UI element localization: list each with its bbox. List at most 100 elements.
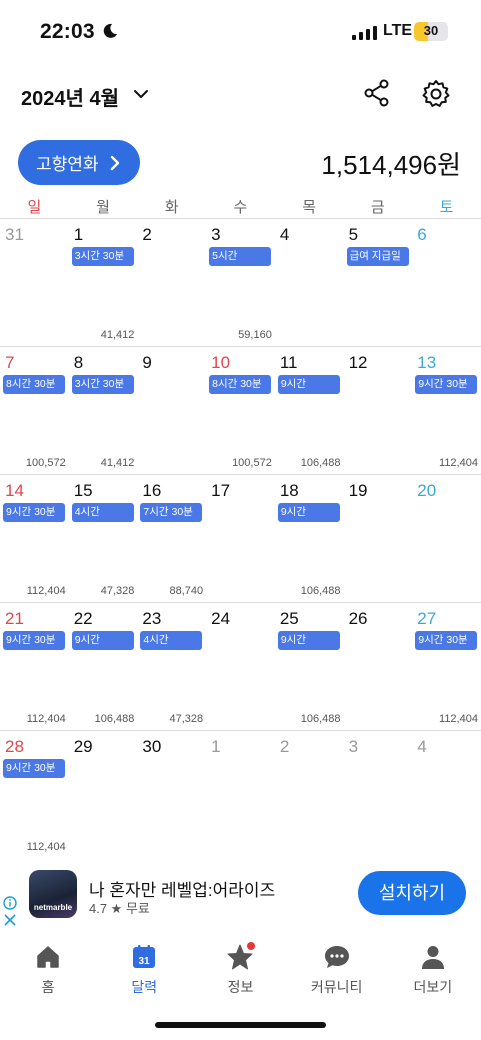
day-cell[interactable]: 4 <box>412 731 481 858</box>
shift-badge[interactable]: 4시간 <box>71 503 134 522</box>
shift-badge[interactable]: 9시간 <box>71 631 134 650</box>
day-number: 29 <box>73 737 93 756</box>
close-icon[interactable] <box>3 913 17 927</box>
day-number: 5 <box>348 225 359 244</box>
hometown-button-label: 고향연화 <box>36 155 99 174</box>
day-cell[interactable]: 17 <box>206 475 275 602</box>
day-cell[interactable]: 31 <box>0 219 69 346</box>
shift-badge[interactable]: 급여 지급일 <box>346 247 409 266</box>
day-number: 11 <box>279 353 298 372</box>
shift-badge[interactable]: 9시간 <box>277 631 340 650</box>
shift-badge[interactable]: 9시간 30분 <box>3 503 65 522</box>
day-cell[interactable]: 21 9시간 30분 112,404 <box>0 603 69 730</box>
day-cell[interactable]: 13 9시간 30분 112,404 <box>412 347 481 474</box>
day-earning: 106,488 <box>300 457 341 469</box>
day-cell[interactable]: 3 <box>344 731 413 858</box>
ad-banner[interactable]: netmarble 나 혼자만 레벨업:어라이즈 4.7 ★ 무료 설치하기 <box>0 858 481 932</box>
nav-info[interactable]: 정보 <box>192 935 288 1005</box>
day-earning: 106,488 <box>300 713 341 725</box>
day-earning: 47,328 <box>100 585 135 597</box>
hometown-button[interactable]: 고향연화 <box>18 140 140 185</box>
day-cell[interactable]: 26 <box>344 603 413 730</box>
day-cell[interactable]: 1 <box>206 731 275 858</box>
shift-badge[interactable]: 9시간 <box>277 503 340 522</box>
day-number: 3 <box>348 737 359 756</box>
day-cell[interactable]: 30 <box>137 731 206 858</box>
day-cell[interactable]: 25 9시간 106,488 <box>275 603 344 730</box>
day-cell[interactable]: 11 9시간 106,488 <box>275 347 344 474</box>
install-button[interactable]: 설치하기 <box>358 871 466 915</box>
day-cell[interactable]: 19 <box>344 475 413 602</box>
day-cell[interactable]: 4 <box>275 219 344 346</box>
day-cell[interactable]: 20 <box>412 475 481 602</box>
day-cell[interactable]: 14 9시간 30분 112,404 <box>0 475 69 602</box>
signal-icon <box>352 26 377 40</box>
shift-badge[interactable]: 3시간 30분 <box>71 247 134 266</box>
home-icon <box>37 946 59 968</box>
day-cell[interactable]: 18 9시간 106,488 <box>275 475 344 602</box>
battery-level: 30 <box>423 23 439 38</box>
day-cell[interactable]: 16 7시간 30분 88,740 <box>137 475 206 602</box>
day-cell[interactable]: 9 <box>137 347 206 474</box>
day-cell[interactable]: 7 8시간 30분 100,572 <box>0 347 69 474</box>
nav-home[interactable]: 홈 <box>0 935 96 1005</box>
day-cell[interactable]: 10 8시간 30분 100,572 <box>206 347 275 474</box>
nav-community[interactable]: 커뮤니티 <box>289 935 385 1005</box>
day-cell[interactable]: 3 5시간 59,160 <box>206 219 275 346</box>
day-earning: 41,412 <box>100 329 135 341</box>
shift-badge[interactable]: 9시간 30분 <box>3 759 65 778</box>
day-cell[interactable]: 29 <box>69 731 138 858</box>
ad-rating: 4.7 ★ 무료 <box>89 901 150 916</box>
day-cell[interactable]: 1 3시간 30분 41,412 <box>69 219 138 346</box>
week-row: 14 9시간 30분 112,404 15 4시간 47,328 16 7시간 30분 88,7… <box>0 475 481 603</box>
info-icon[interactable] <box>3 896 17 910</box>
nav-calendar-label: 달력 <box>131 979 158 995</box>
shift-badge[interactable]: 8시간 30분 <box>209 375 272 394</box>
shift-badge[interactable]: 3시간 30분 <box>71 375 134 394</box>
shift-badge[interactable]: 9시간 <box>277 375 340 394</box>
ad-app-icon[interactable]: netmarble <box>29 870 77 918</box>
calendar-icon-text: 31 <box>139 956 151 967</box>
shift-badge[interactable]: 9시간 30분 <box>415 375 478 394</box>
day-earning: 106,488 <box>300 585 341 597</box>
status-bar: 22:03 LTE 30 <box>0 0 481 62</box>
chat-icon <box>324 946 349 968</box>
shift-badge[interactable]: 4시간 <box>140 631 203 650</box>
day-cell[interactable]: 27 9시간 30분 112,404 <box>412 603 481 730</box>
weekday-sun: 일 <box>27 199 42 216</box>
day-number: 13 <box>417 353 437 372</box>
shift-badge[interactable]: 8시간 30분 <box>3 375 65 394</box>
day-cell[interactable]: 12 <box>344 347 413 474</box>
share-icon[interactable] <box>362 78 392 108</box>
month-title[interactable]: 2024년 4월 <box>21 82 119 111</box>
chevron-right-icon <box>110 155 119 170</box>
day-cell[interactable]: 2 <box>137 219 206 346</box>
day-earning: 112,404 <box>26 713 66 725</box>
day-cell[interactable]: 2 <box>275 731 344 858</box>
shift-badge[interactable]: 5시간 <box>209 247 272 266</box>
shift-badge[interactable]: 7시간 30분 <box>140 503 203 522</box>
day-cell[interactable]: 5 급여 지급일 <box>344 219 413 346</box>
day-cell[interactable]: 22 9시간 106,488 <box>69 603 138 730</box>
day-cell[interactable]: 6 <box>412 219 481 346</box>
day-cell[interactable]: 8 3시간 30분 41,412 <box>69 347 138 474</box>
day-cell[interactable]: 15 4시간 47,328 <box>69 475 138 602</box>
battery-icon: 30 <box>414 22 448 41</box>
nav-more[interactable]: 더보기 <box>385 935 481 1005</box>
nav-calendar[interactable]: 31 달력 <box>96 935 192 1005</box>
weekday-fri: 금 <box>370 199 385 216</box>
weekday-tue: 화 <box>164 199 179 216</box>
gear-icon[interactable] <box>420 78 452 110</box>
day-number: 7 <box>5 353 15 372</box>
shift-badge[interactable]: 9시간 30분 <box>415 631 478 650</box>
day-number: 21 <box>5 609 24 628</box>
weekday-mon: 월 <box>96 199 110 216</box>
day-cell[interactable]: 28 9시간 30분 112,404 <box>0 731 69 858</box>
shift-badge[interactable]: 9시간 30분 <box>3 631 65 650</box>
day-number: 20 <box>417 481 437 500</box>
chevron-down-icon[interactable] <box>132 85 150 103</box>
day-number: 16 <box>142 481 162 500</box>
day-cell[interactable]: 23 4시간 47,328 <box>137 603 206 730</box>
day-earning: 112,404 <box>439 713 478 725</box>
day-cell[interactable]: 24 <box>206 603 275 730</box>
